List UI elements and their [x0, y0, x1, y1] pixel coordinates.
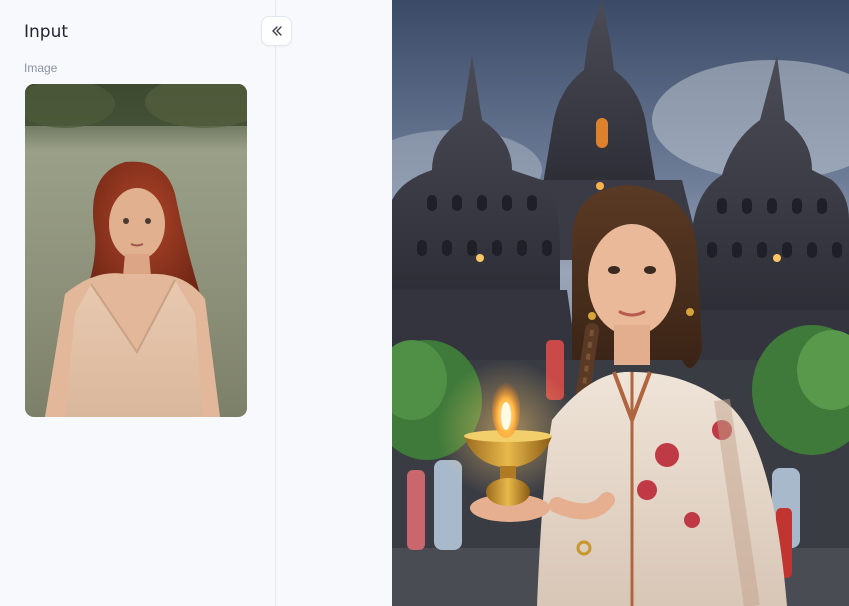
collapse-panel-button[interactable]	[261, 16, 292, 46]
input-image[interactable]	[25, 84, 247, 417]
output-image[interactable]	[392, 0, 849, 606]
panel-title: Input	[24, 22, 69, 42]
input-photo	[25, 84, 247, 417]
input-panel: Input Image	[0, 0, 276, 606]
output-photo	[392, 0, 849, 606]
app-root: Input Image	[0, 0, 849, 606]
panel-gutter	[276, 0, 392, 606]
image-field-label: Image	[24, 61, 58, 75]
double-chevron-left-icon	[271, 26, 282, 36]
